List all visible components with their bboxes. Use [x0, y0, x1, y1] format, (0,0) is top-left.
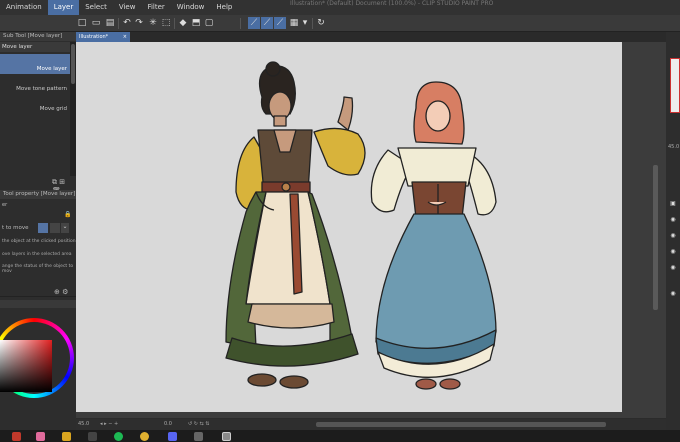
taskbar-app-icon[interactable] [12, 432, 21, 441]
command-bar: □ ▭ ▤ ↶ ↷ ✳ ⬚ ◆ ⬒ ▢ ⟋ ⟋ ⟋ ▦ ▾ ↻ [0, 15, 680, 32]
snap-special-icon[interactable]: ⟋ [274, 17, 286, 29]
tool-property-header: Tool property [Move layer] [0, 190, 76, 199]
chevron-down-icon[interactable]: ⌄ [61, 223, 69, 233]
window-title: Illustration* (Default) Document (100.0%… [290, 0, 494, 7]
deselect-icon[interactable]: ⬚ [160, 17, 172, 29]
eye-icon[interactable]: ◉ [669, 216, 677, 223]
clear-icon[interactable]: ✳ [147, 17, 159, 29]
toolbar-separator [240, 18, 241, 29]
toolbar-separator [118, 18, 119, 29]
redo-icon[interactable]: ↷ [133, 17, 145, 29]
toolbar-separator [174, 18, 175, 29]
sub-tool-item-move-layer-selected[interactable]: Move layer [0, 54, 70, 74]
color-saturation-square[interactable] [0, 340, 52, 392]
scroll-thumb[interactable] [71, 44, 75, 84]
toolbar-separator [312, 18, 313, 29]
menu-window[interactable]: Window [171, 0, 211, 15]
new-file-icon[interactable]: □ [76, 17, 88, 29]
left-panel: Sub Tool [Move layer] Move layer Move la… [0, 32, 76, 430]
save-icon[interactable]: ▤ [104, 17, 116, 29]
spotify-icon[interactable] [114, 432, 123, 441]
zoom-controls[interactable]: ◂ ▸ − + [100, 421, 118, 427]
close-icon[interactable]: × [123, 32, 127, 42]
taskbar-app-icon[interactable] [88, 432, 97, 441]
navigator-thumbnail[interactable] [670, 58, 680, 113]
panel-divider [0, 296, 76, 297]
sub-tool-item-move-grid[interactable]: Move grid [0, 106, 70, 112]
tab-label: Illustration* [79, 34, 109, 40]
canvas-horizontal-scrollbar[interactable] [316, 422, 606, 427]
os-taskbar [0, 430, 680, 442]
rotation-value[interactable]: 0.0 [164, 421, 172, 427]
sub-tool-group-move-layer[interactable]: Move layer [0, 42, 70, 52]
snap-grid-icon[interactable]: ⟋ [261, 17, 273, 29]
figure-right [370, 81, 497, 390]
transform-icon[interactable]: ⬒ [190, 17, 202, 29]
canvas-tab-bar: Illustration* × [76, 32, 670, 42]
taskbar-app-icon[interactable] [194, 432, 203, 441]
option-clicked-position[interactable]: the object at the clicked position [0, 239, 76, 244]
eye-icon[interactable]: ◉ [669, 264, 677, 271]
layer-icon[interactable]: ▣ [669, 200, 677, 207]
sub-tool-header: Sub Tool [Move layer] [0, 32, 76, 41]
canvas-vertical-scrollbar[interactable] [653, 165, 658, 310]
open-file-icon[interactable]: ▭ [90, 17, 102, 29]
tab-illustration[interactable]: Illustration* × [76, 32, 130, 42]
refresh-icon[interactable]: ↻ [315, 17, 327, 29]
figure-left [225, 61, 366, 389]
menu-help[interactable]: Help [210, 0, 238, 15]
chevron-down-icon[interactable]: ▾ [299, 17, 311, 29]
sub-tool-item-label: Move layer [36, 66, 67, 72]
rotate-icons[interactable]: ↺ ↻ ⇆ ⇅ [188, 421, 210, 427]
tool-property-name: er [2, 202, 8, 208]
menu-animation[interactable]: Animation [0, 0, 48, 15]
folder-icon[interactable] [62, 432, 71, 441]
sub-tool-item-move-tone-pattern[interactable]: Move tone pattern [0, 86, 70, 92]
option-change-status[interactable]: ange the status of the object to mov [0, 264, 76, 274]
discord-icon[interactable] [168, 432, 177, 441]
app-window: Animation Layer Select View Filter Windo… [0, 0, 680, 442]
crop-icon[interactable]: ▢ [203, 17, 215, 29]
settings-icon[interactable]: ⊕ ⚙ [54, 288, 68, 296]
undo-icon[interactable]: ↶ [121, 17, 133, 29]
right-panel: 45.0 ▣ ◉ ◉ ◉ ◉ ◉ [666, 32, 680, 430]
fill-icon[interactable]: ◆ [177, 17, 189, 29]
option-selected-area[interactable]: ove layers in the selected area [0, 252, 76, 257]
menu-view[interactable]: View [113, 0, 142, 15]
mode-option-layer[interactable] [38, 223, 48, 233]
canvas-status-bar: 45.0 ◂ ▸ − + 0.0 ↺ ↻ ⇆ ⇅ [76, 419, 670, 430]
drawing-canvas[interactable] [76, 42, 622, 412]
navigator-zoom[interactable]: 45.0 [668, 144, 679, 150]
eye-icon[interactable]: ◉ [669, 232, 677, 239]
taskbar-app-icon[interactable] [36, 432, 45, 441]
clip-studio-icon[interactable] [222, 432, 231, 441]
menu-layer[interactable]: Layer [47, 0, 80, 15]
snap-ruler-icon[interactable]: ⟋ [248, 17, 260, 29]
menu-filter[interactable]: Filter [141, 0, 170, 15]
illustration-artwork [225, 61, 497, 390]
mode-option-area[interactable] [50, 223, 60, 233]
chrome-icon[interactable] [140, 432, 149, 441]
menu-select[interactable]: Select [79, 0, 113, 15]
eye-icon[interactable]: ◉ [669, 248, 677, 255]
color-panel-header [0, 300, 76, 308]
zoom-value[interactable]: 45.0 [78, 421, 89, 427]
eye-icon[interactable]: ◉ [669, 290, 677, 297]
lock-icon[interactable]: 🔒 [64, 211, 71, 218]
